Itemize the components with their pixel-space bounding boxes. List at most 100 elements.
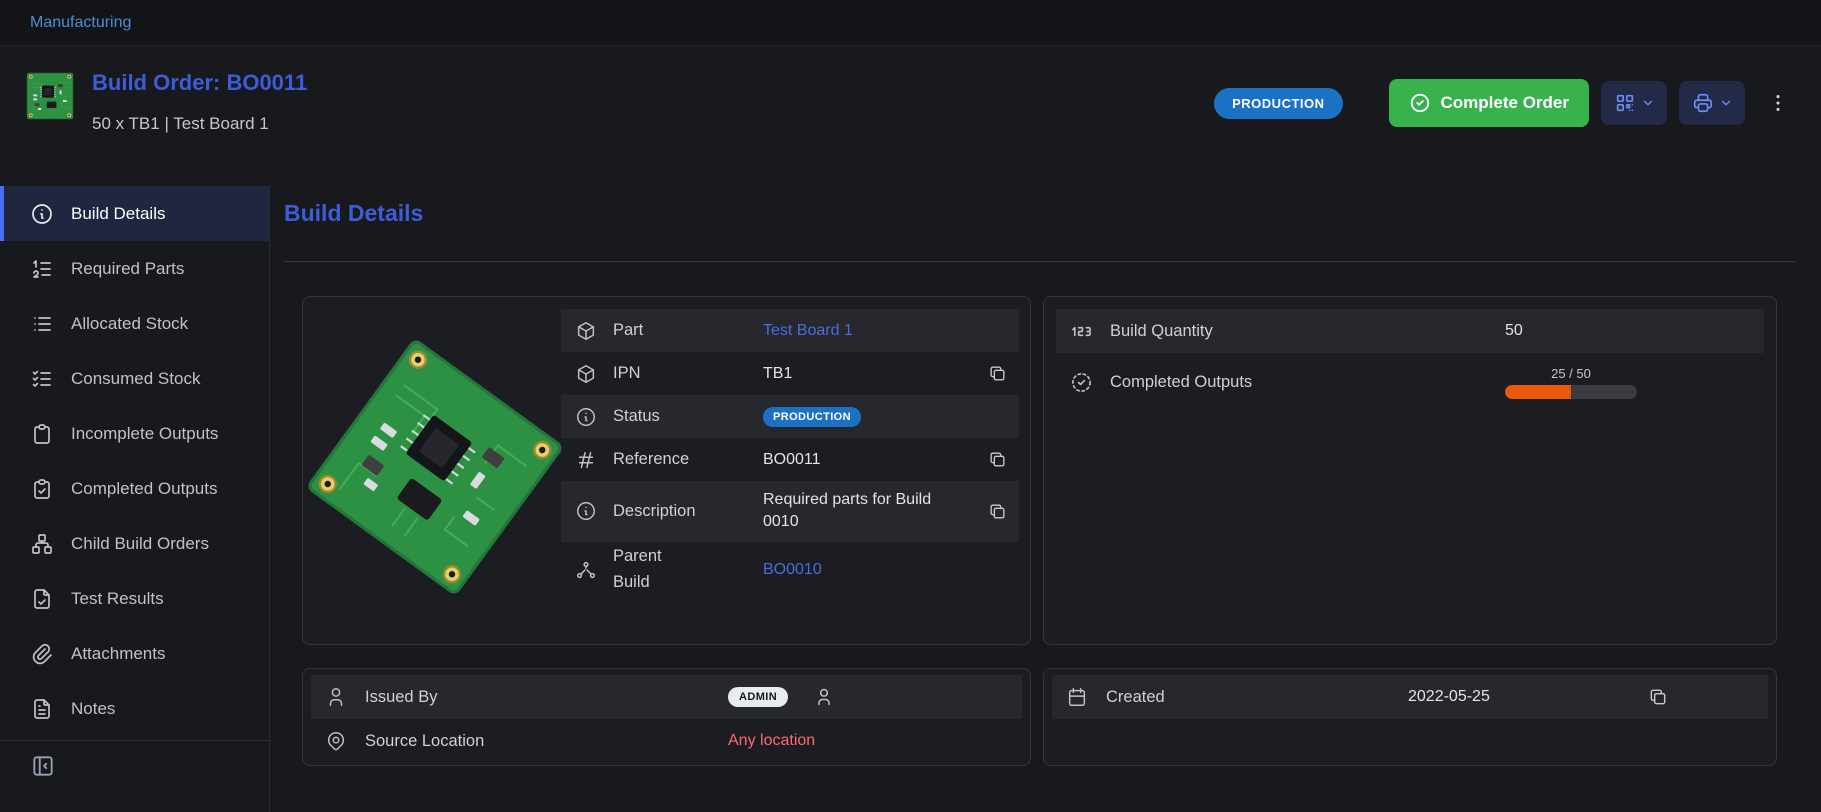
build-details-card: Part Test Board 1 IPN TB1 Status PRODUCT…	[302, 296, 1031, 645]
copy-button[interactable]	[988, 450, 1007, 469]
sidebar-collapse-button[interactable]	[30, 753, 56, 779]
build-thumbnail-image[interactable]	[26, 72, 74, 120]
sidebar-divider	[0, 740, 269, 741]
detail-value: TB1	[763, 365, 792, 383]
completed-outputs-progress: 25 / 50	[1505, 358, 1637, 407]
sidebar-item-label: Test Results	[71, 589, 164, 609]
created-card: Created 2022-05-25	[1043, 668, 1777, 766]
clipboard-icon	[30, 422, 54, 446]
check-circle-icon	[1409, 92, 1431, 114]
numbers-123-icon	[1070, 320, 1094, 343]
copy-button[interactable]	[988, 364, 1007, 383]
box-icon	[575, 320, 599, 342]
info-circle-icon	[575, 500, 599, 522]
detail-value: 2022-05-25	[1408, 688, 1490, 706]
page-header: Build Order: BO0011 50 x TB1 | Test Boar…	[0, 46, 1821, 186]
detail-row-parent-build: Parent Build BO0010	[561, 542, 1019, 598]
print-actions-button[interactable]	[1679, 81, 1745, 125]
sidebar-item-label: Attachments	[71, 644, 166, 664]
page-title: Build Order: BO0011	[92, 70, 307, 96]
more-actions-button[interactable]	[1763, 81, 1793, 125]
detail-row-ipn: IPN TB1	[561, 352, 1019, 395]
source-location-value: Any location	[728, 732, 815, 750]
detail-label: Description	[613, 502, 763, 521]
printer-icon	[1692, 92, 1714, 114]
detail-label: Parent Build	[613, 544, 673, 595]
sidebar-collapse-icon	[30, 753, 56, 779]
hash-icon	[575, 449, 599, 471]
detail-label: Completed Outputs	[1110, 373, 1505, 392]
detail-label: Created	[1106, 688, 1408, 707]
user-avatar-icon	[814, 687, 834, 707]
detail-label: Source Location	[365, 732, 728, 751]
copy-button[interactable]	[988, 502, 1007, 521]
sidebar-item-label: Notes	[71, 699, 115, 719]
user-icon	[325, 686, 349, 708]
created-table: Created 2022-05-25	[1052, 675, 1768, 719]
issued-card: Issued By ADMIN Source Location Any loca…	[302, 668, 1031, 766]
part-image[interactable]	[311, 333, 559, 601]
detail-label: Status	[613, 407, 763, 426]
detail-row-description: Description Required parts for Build 001…	[561, 481, 1019, 542]
sidebar-item-test-results[interactable]: Test Results	[0, 571, 269, 626]
detail-value: 50	[1505, 322, 1523, 340]
detail-label: Reference	[613, 450, 763, 469]
sidebar-item-label: Incomplete Outputs	[71, 424, 218, 444]
map-pin-icon	[325, 730, 349, 752]
detail-value: Required parts for Build 0010	[763, 481, 955, 542]
page-subtitle: 50 x TB1 | Test Board 1	[92, 114, 307, 134]
progress-check-icon	[1070, 371, 1094, 394]
complete-order-button[interactable]: Complete Order	[1389, 79, 1589, 127]
parent-build-link[interactable]: BO0010	[763, 561, 822, 579]
issued-by-badge: ADMIN	[728, 687, 788, 707]
sidebar-item-label: Allocated Stock	[71, 314, 188, 334]
details-table: Part Test Board 1 IPN TB1 Status PRODUCT…	[561, 309, 1019, 598]
complete-order-label: Complete Order	[1441, 93, 1569, 113]
row-source-location: Source Location Any location	[311, 719, 1022, 763]
clipboard-check-icon	[30, 477, 54, 501]
list-check-icon	[30, 367, 54, 391]
quantity-table: Build Quantity 50 Completed Outputs 25 /…	[1056, 309, 1764, 411]
part-link[interactable]: Test Board 1	[763, 322, 853, 340]
chevron-down-icon	[1719, 96, 1733, 110]
detail-value: BO0011	[763, 451, 821, 469]
chevron-down-icon	[1641, 96, 1655, 110]
box-icon	[575, 363, 599, 385]
copy-button[interactable]	[1648, 687, 1668, 707]
calendar-icon	[1066, 686, 1090, 708]
dots-vertical-icon	[1767, 92, 1789, 114]
sidebar-item-notes[interactable]: Notes	[0, 681, 269, 736]
detail-label: Issued By	[365, 688, 728, 707]
header-actions: PRODUCTION Complete Order	[1214, 78, 1793, 128]
detail-label: IPN	[613, 364, 763, 383]
sidebar-item-build-details[interactable]: Build Details	[0, 186, 269, 241]
sidebar-item-completed-outputs[interactable]: Completed Outputs	[0, 461, 269, 516]
issued-table: Issued By ADMIN Source Location Any loca…	[311, 675, 1022, 763]
hierarchy-icon	[575, 559, 599, 581]
barcode-actions-button[interactable]	[1601, 81, 1667, 125]
sidebar-item-label: Completed Outputs	[71, 479, 217, 499]
row-issued-by: Issued By ADMIN	[311, 675, 1022, 719]
main-content: Build Details Part Test Board 1 IPN TB1	[270, 186, 1821, 812]
header-text: Build Order: BO0011 50 x TB1 | Test Boar…	[92, 70, 307, 134]
list-icon	[30, 312, 54, 336]
sidebar-item-allocated-stock[interactable]: Allocated Stock	[0, 296, 269, 351]
status-badge: PRODUCTION	[1214, 88, 1342, 119]
detail-label: Build Quantity	[1110, 322, 1505, 341]
sidebar-item-required-parts[interactable]: Required Parts	[0, 241, 269, 296]
sidebar-item-incomplete-outputs[interactable]: Incomplete Outputs	[0, 406, 269, 461]
sidebar-item-consumed-stock[interactable]: Consumed Stock	[0, 351, 269, 406]
list-numbers-icon	[30, 257, 54, 281]
section-divider	[284, 261, 1795, 262]
paperclip-icon	[30, 642, 54, 666]
sidebar-item-attachments[interactable]: Attachments	[0, 626, 269, 681]
qr-code-icon	[1614, 92, 1636, 114]
breadcrumb-link-manufacturing[interactable]: Manufacturing	[30, 14, 131, 32]
sidebar: Build Details Required Parts Allocated S…	[0, 186, 270, 812]
breadcrumb: Manufacturing	[0, 0, 1821, 46]
detail-row-part: Part Test Board 1	[561, 309, 1019, 352]
sitemap-icon	[30, 532, 54, 556]
page: Manufacturing Build Order: BO0011 50 x T…	[0, 0, 1821, 812]
progress-fill	[1505, 385, 1571, 399]
sidebar-item-child-build-orders[interactable]: Child Build Orders	[0, 516, 269, 571]
